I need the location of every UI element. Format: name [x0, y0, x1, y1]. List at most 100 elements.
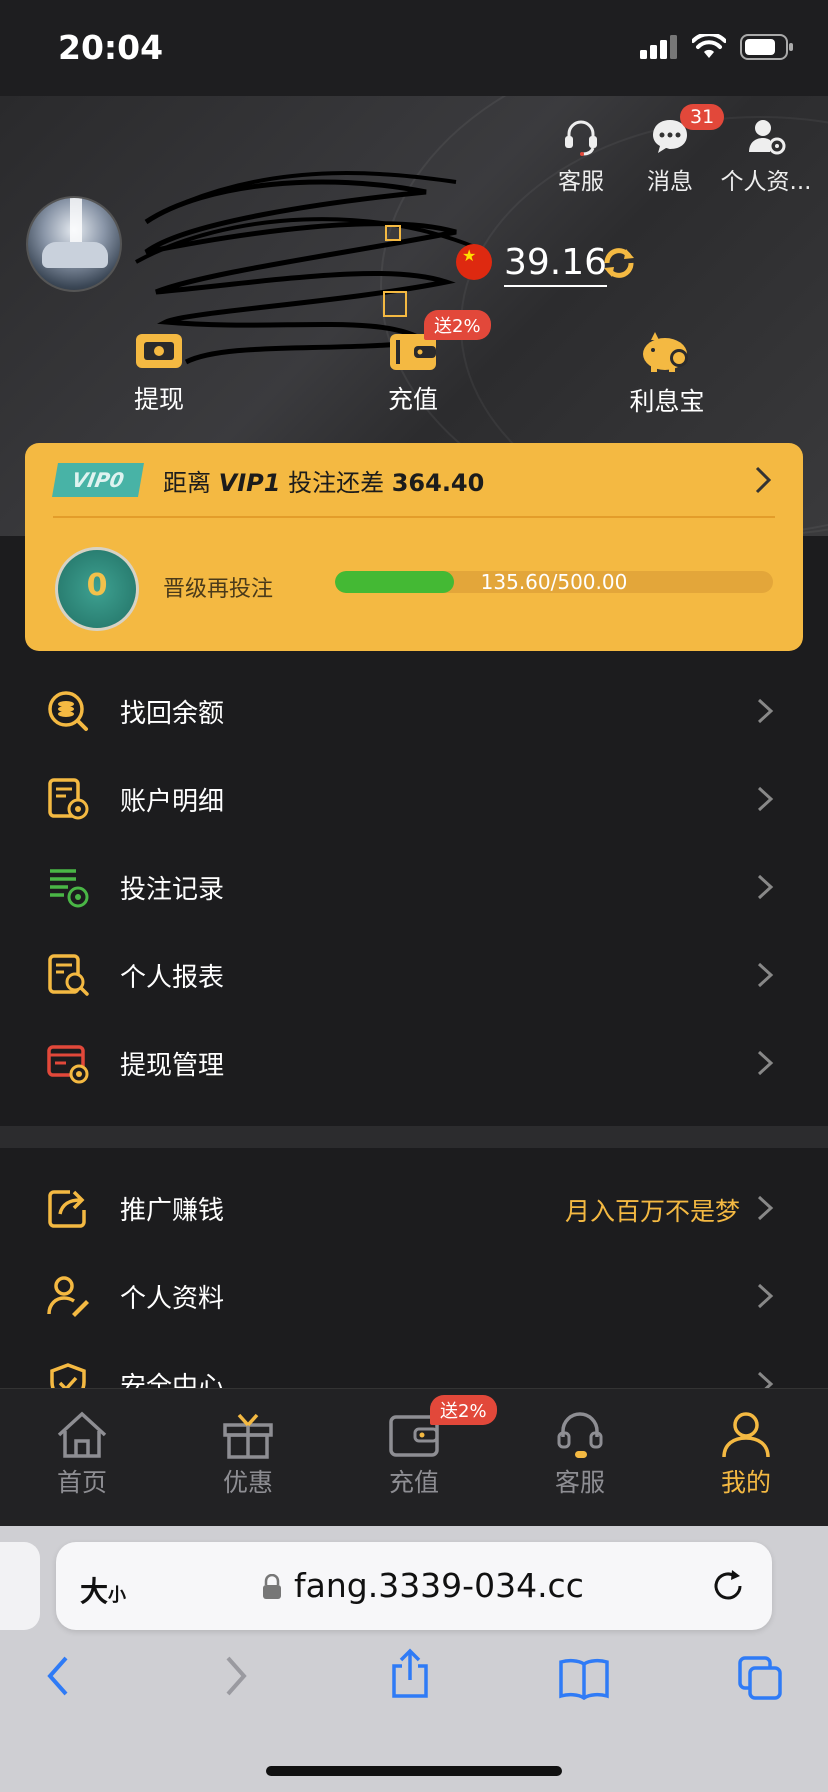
vip-next-level: VIP1 [218, 469, 281, 497]
tab-label: 优惠 [222, 1468, 273, 1497]
home-indicator [266, 1766, 562, 1776]
top-action-label: 消息 [647, 169, 693, 195]
menu-item-withdraw-management[interactable]: 提现管理 [0, 1019, 828, 1107]
vip-progress-line: 距离 VIP1 投注还差 364.40 [163, 463, 484, 498]
chevron-right-icon [757, 1283, 774, 1309]
menu-item-personal-report[interactable]: 个人报表 [0, 931, 828, 1019]
report-search-icon [48, 954, 89, 996]
china-flag-icon [456, 244, 492, 280]
vip-upgrade-label: 晋级再投注 [163, 577, 274, 602]
vip-remaining-amount: 364.40 [391, 469, 485, 497]
piggy-bank-icon [643, 332, 688, 372]
interest-treasure-button[interactable]: 利息宝 [587, 330, 747, 418]
battery-icon [740, 34, 793, 60]
chevron-right-icon [757, 962, 774, 988]
menu-item-referral[interactable]: 推广赚钱 月入百万不是梦 [0, 1164, 828, 1252]
menu-item-bet-records[interactable]: 投注记录 [0, 843, 828, 931]
tab-promotions[interactable]: 优惠 [173, 1411, 323, 1499]
account-detail-icon [48, 778, 89, 820]
bookmarks-icon[interactable] [558, 1656, 610, 1700]
vip-divider [53, 516, 775, 518]
menu-item-recover-balance[interactable]: 找回余额 [0, 667, 828, 755]
profile-edit-icon [47, 1276, 89, 1317]
coin-search-icon [48, 691, 88, 731]
tab-mine[interactable]: 我的 [671, 1411, 821, 1499]
tab-label: 我的 [720, 1468, 771, 1497]
tab-label: 充值 [388, 1468, 439, 1497]
user-settings-icon [749, 120, 786, 155]
tabs-icon[interactable] [736, 1654, 784, 1702]
shield-check-icon [50, 1363, 86, 1388]
forward-icon[interactable] [222, 1654, 250, 1698]
vip-line-middle: 投注还差 [288, 469, 385, 497]
text-size-big: 大 [80, 1575, 109, 1608]
withdraw-settings-icon [47, 1045, 89, 1084]
vip-progress-text: 135.60/500.00 [480, 571, 628, 593]
vip-medal-icon: 0 [55, 547, 139, 631]
menu-item-label: 安全中心 [120, 1372, 225, 1388]
home-icon [57, 1411, 107, 1458]
vip-line-prefix: 距离 [163, 469, 211, 497]
previous-tab-card[interactable] [0, 1542, 40, 1630]
quick-action-label: 提现 [133, 385, 184, 414]
reload-icon[interactable] [710, 1568, 746, 1604]
menu-item-label: 找回余额 [120, 699, 225, 729]
share-icon [48, 1190, 86, 1228]
status-bar: 20:04 [0, 0, 828, 96]
section-divider [0, 1126, 828, 1148]
menu-item-label: 提现管理 [120, 1051, 225, 1081]
recharge-tab-badge: 送2% [430, 1395, 497, 1425]
chevron-right-icon[interactable] [753, 465, 773, 495]
chevron-right-icon [757, 1195, 774, 1221]
cash-icon [136, 334, 182, 368]
top-action-label: 客服 [558, 169, 604, 195]
status-icons [640, 34, 794, 60]
gift-icon [223, 1413, 273, 1459]
avatar[interactable] [26, 196, 122, 292]
back-icon[interactable] [44, 1654, 72, 1698]
recharge-bonus-badge: 送2% [424, 310, 491, 340]
tab-label: 首页 [56, 1468, 107, 1497]
person-icon [722, 1412, 770, 1458]
menu-item-label: 投注记录 [120, 875, 225, 905]
chevron-right-icon [757, 1050, 774, 1076]
headset-icon [557, 1412, 603, 1458]
menu-item-label: 推广赚钱 [120, 1196, 225, 1226]
status-time: 20:04 [58, 28, 164, 67]
tab-home[interactable]: 首页 [7, 1411, 157, 1499]
withdraw-button[interactable]: 提现 [79, 330, 239, 416]
vip-level-tag: VIP0 [52, 463, 144, 497]
vip-medal-level: 0 [86, 568, 108, 603]
menu-item-label: 个人报表 [120, 963, 225, 993]
menu-item-security-center[interactable]: 安全中心 [0, 1340, 828, 1388]
customer-service-button[interactable]: 客服 [531, 116, 631, 196]
menu-item-profile[interactable]: 个人资料 [0, 1252, 828, 1340]
vip-card[interactable]: VIP0 距离 VIP1 投注还差 364.40 0 晋级再投注 135.60/… [25, 443, 803, 651]
menu-item-label: 账户明细 [120, 787, 225, 817]
balance-amount: 39.16 [504, 242, 608, 287]
quick-action-label: 充值 [387, 385, 438, 414]
tab-customer-service[interactable]: 客服 [505, 1411, 655, 1499]
bet-record-icon [50, 869, 89, 908]
refresh-balance-icon[interactable] [602, 246, 636, 280]
bottom-tab-bar: 首页 优惠 充值 送2% 客服 我的 [0, 1388, 828, 1526]
chevron-right-icon [757, 786, 774, 812]
menu-item-label: 个人资料 [120, 1284, 225, 1314]
share-icon[interactable] [388, 1648, 432, 1700]
top-action-label: 个人资... [720, 169, 812, 195]
quick-action-label: 利息宝 [629, 387, 705, 416]
chevron-right-icon [757, 874, 774, 900]
referral-slogan: 月入百万不是梦 [564, 1197, 740, 1226]
menu-item-account-details[interactable]: 账户明细 [0, 755, 828, 843]
recharge-button[interactable]: 充值 [333, 330, 493, 416]
lock-icon [263, 1574, 281, 1599]
cellular-signal-icon [640, 35, 677, 59]
text-size-button[interactable]: 大小 [80, 1570, 126, 1610]
browser-toolbar: 大小 fang.3339-034.cc [0, 1526, 828, 1792]
personal-info-button[interactable]: 个人资... [708, 116, 824, 196]
address-bar[interactable]: 大小 fang.3339-034.cc [56, 1542, 772, 1630]
text-size-small: 小 [108, 1585, 127, 1606]
vip-progress-bar: 135.60/500.00 [335, 571, 773, 593]
wifi-icon [692, 34, 726, 58]
url-text: fang.3339-034.cc [294, 1566, 584, 1605]
